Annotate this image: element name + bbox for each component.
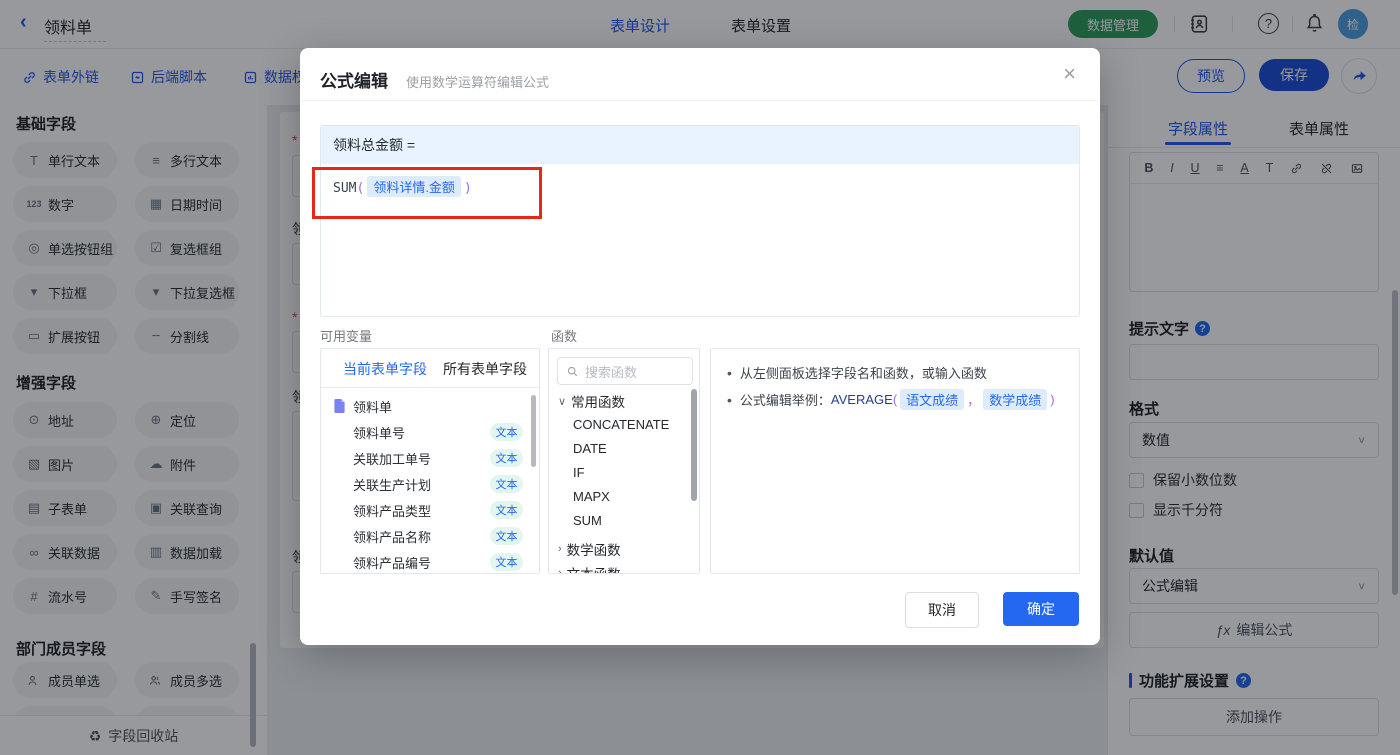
chevron-down-icon: ∨ (558, 395, 567, 408)
tree-root-form[interactable]: 领料单 (321, 393, 539, 419)
formula-editor-dialog: 公式编辑 使用数学运算符编辑公式 × 领料总金额 = SUM(领料详情.金额) … (300, 48, 1100, 645)
form-doc-icon (333, 399, 346, 413)
function-name: SUM (333, 181, 357, 196)
close-icon[interactable]: × (1063, 63, 1076, 85)
variable-row[interactable]: 关联加工单号 文本 (321, 445, 539, 471)
functions-panel: 搜索函数 ∨ 常用函数 CONCATENATE DATE IF MAPX SUM… (548, 348, 700, 574)
type-badge: 文本 (490, 527, 523, 545)
functions-label: 函数 (551, 329, 578, 344)
variable-name: 关联加工单号 (353, 451, 432, 467)
variables-panel: 当前表单字段 所有表单字段 领料单 领料单号 文本 关联加工单号 文本 关联生产计划… (320, 348, 540, 574)
cancel-button[interactable]: 取消 (905, 592, 979, 628)
dialog-subtitle: 使用数学运算符编辑公式 (406, 75, 550, 90)
example-field-chip: 语文成绩 (900, 389, 965, 410)
example-function-name: AVERAGE (830, 392, 893, 407)
variable-name: 领料单号 (353, 425, 406, 441)
type-badge: 文本 (490, 475, 523, 493)
variable-name: 领料产品类型 (353, 503, 432, 519)
example-field-chip: 数学成绩 (983, 389, 1048, 410)
group-label: 常用函数 (571, 395, 626, 410)
type-badge: 文本 (490, 423, 523, 441)
variables-tabs: 当前表单字段 所有表单字段 (321, 349, 539, 388)
close-paren: ) (463, 181, 472, 196)
function-date[interactable]: DATE (573, 441, 607, 456)
variable-name: 领料产品名称 (353, 529, 432, 545)
search-icon (566, 365, 579, 378)
variable-row[interactable]: 领料单号 文本 (321, 419, 539, 445)
variable-name: 领料产品编号 (353, 555, 432, 571)
group-label: 数学函数 (566, 543, 621, 558)
type-badge: 文本 (490, 449, 523, 467)
tab-current-form-fields[interactable]: 当前表单字段 (343, 359, 427, 379)
formula-target: 领料总金额 = (321, 126, 1079, 164)
chevron-right-icon: › (558, 567, 562, 574)
group-common-functions[interactable]: ∨ 常用函数 (558, 391, 625, 411)
open-paren: ( (356, 181, 365, 196)
field-chip[interactable]: 领料详情.金额 (367, 176, 461, 197)
tab-all-form-fields[interactable]: 所有表单字段 (443, 359, 527, 379)
variable-name: 关联生产计划 (353, 477, 432, 493)
formula-input[interactable]: SUM(领料详情.金额) (321, 164, 1079, 209)
variable-row[interactable]: 领料产品编号 文本 (321, 549, 539, 573)
tip-line: • 从左侧面板选择字段名和函数，或输入函数 (727, 364, 987, 382)
variable-row[interactable]: 领料产品名称 文本 (321, 523, 539, 549)
type-badge: 文本 (490, 501, 523, 519)
variable-row[interactable]: 关联生产计划 文本 (321, 471, 539, 497)
variables-label: 可用变量 (320, 329, 373, 344)
confirm-button[interactable]: 确定 (1003, 592, 1079, 626)
function-concatenate[interactable]: CONCATENATE (573, 417, 669, 432)
function-if[interactable]: IF (573, 465, 585, 480)
type-badge: 文本 (490, 553, 523, 571)
search-placeholder: 搜索函数 (585, 364, 638, 380)
function-mapx[interactable]: MAPX (573, 489, 610, 504)
group-text-functions[interactable]: › 文本函数 (558, 563, 621, 574)
group-label: 文本函数 (567, 563, 621, 573)
function-sum[interactable]: SUM (573, 513, 602, 528)
variables-scrollbar[interactable] (531, 395, 536, 467)
chevron-right-icon: › (558, 543, 562, 555)
tree-root-label: 领料单 (353, 399, 393, 415)
tip-example-line: • 公式编辑举例： AVERAGE ( 语文成绩 ， 数学成绩 ) (727, 389, 1055, 410)
tips-panel: • 从左侧面板选择字段名和函数，或输入函数 • 公式编辑举例： AVERAGE (… (710, 348, 1080, 574)
functions-scrollbar[interactable] (691, 389, 697, 501)
group-math-functions[interactable]: › 数学函数 (558, 539, 621, 559)
formula-editor-area: 领料总金额 = SUM(领料详情.金额) (320, 125, 1080, 317)
variable-row[interactable]: 领料产品类型 文本 (321, 497, 539, 523)
dialog-title: 公式编辑 (320, 72, 388, 91)
divider (300, 100, 1100, 101)
function-search-input[interactable]: 搜索函数 (557, 357, 693, 385)
